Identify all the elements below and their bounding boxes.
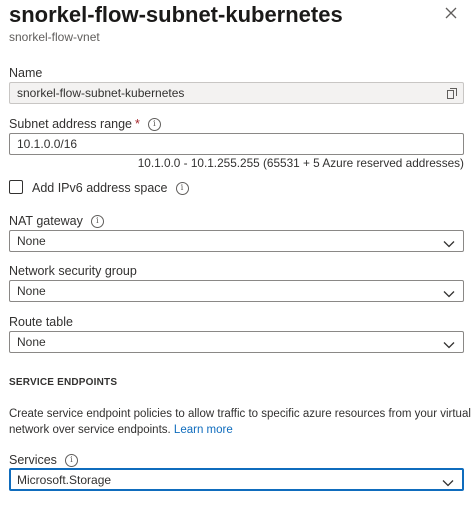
name-label-text: Name: [9, 66, 43, 80]
nat-gateway-value: None: [17, 234, 46, 248]
services-label-text: Services: [9, 453, 57, 467]
services-value: Microsoft.Storage: [17, 472, 112, 487]
nsg-dropdown[interactable]: None: [9, 280, 464, 302]
info-icon[interactable]: i: [64, 453, 78, 467]
info-icon[interactable]: i: [175, 181, 189, 195]
route-table-label-text: Route table: [9, 315, 73, 329]
services-label: Services i: [9, 453, 78, 467]
address-range-label-text: Subnet address range: [9, 117, 133, 131]
close-icon[interactable]: [443, 5, 459, 21]
ipv6-label: Add IPv6 address space i: [32, 181, 189, 195]
name-label: Name: [9, 66, 42, 80]
address-range-input[interactable]: 10.1.0.0/16: [9, 133, 464, 155]
nsg-label-text: Network security group: [9, 264, 137, 278]
route-table-label: Route table: [9, 315, 73, 329]
panel-subtitle: snorkel-flow-vnet: [9, 30, 100, 44]
required-marker: *: [135, 117, 140, 131]
nat-gateway-label-text: NAT gateway: [9, 214, 83, 228]
nsg-value: None: [17, 284, 46, 298]
nsg-label: Network security group: [9, 264, 137, 278]
address-range-value: 10.1.0.0/16: [17, 137, 78, 151]
route-table-value: None: [17, 335, 46, 349]
service-endpoints-description: Create service endpoint policies to allo…: [9, 406, 471, 438]
services-dropdown[interactable]: Microsoft.Storage: [9, 468, 464, 491]
route-table-dropdown[interactable]: None: [9, 331, 464, 353]
address-range-hint: 10.1.0.0 - 10.1.255.255 (65531 + 5 Azure…: [137, 156, 464, 170]
nat-gateway-label: NAT gateway i: [9, 214, 104, 228]
ipv6-label-text: Add IPv6 address space: [32, 181, 168, 195]
address-range-label: Subnet address range * i: [9, 117, 161, 131]
learn-more-link[interactable]: Learn more: [174, 424, 233, 436]
name-value: snorkel-flow-subnet-kubernetes: [17, 86, 185, 100]
info-icon[interactable]: i: [90, 214, 104, 228]
copy-icon[interactable]: [447, 88, 457, 99]
ipv6-checkbox[interactable]: [9, 180, 23, 194]
name-field[interactable]: snorkel-flow-subnet-kubernetes: [9, 82, 464, 104]
nat-gateway-dropdown[interactable]: None: [9, 230, 464, 252]
service-endpoints-heading: SERVICE ENDPOINTS: [9, 377, 118, 388]
chevron-down-icon: [442, 476, 454, 487]
description-text: Create service endpoint policies to allo…: [9, 408, 471, 436]
info-icon[interactable]: i: [147, 117, 161, 131]
panel-title: snorkel-flow-subnet-kubernetes: [9, 2, 343, 27]
chevron-down-icon: [443, 237, 455, 248]
chevron-down-icon: [443, 338, 455, 349]
chevron-down-icon: [443, 287, 455, 298]
